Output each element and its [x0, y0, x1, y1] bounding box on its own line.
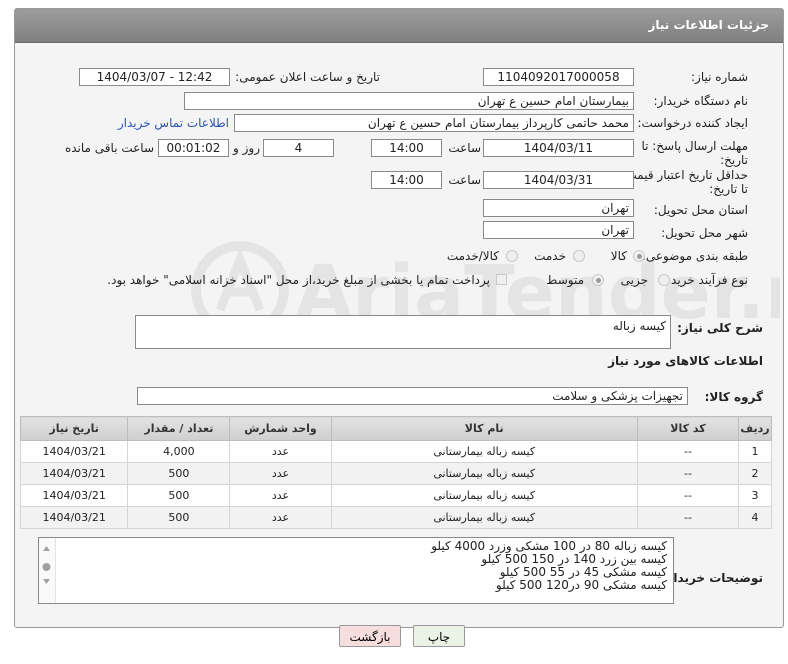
- goods-table: ردیف کد کالا نام کالا واحد شمارش تعداد /…: [19, 416, 772, 529]
- cell-need-date: 1404/03/21: [19, 506, 129, 529]
- notes-line: کیسه مشکی 90 در120 500 کیلو: [495, 578, 667, 592]
- need-number-label: شماره نیاز:: [691, 70, 748, 84]
- buyer-field: بیمارستان امام حسین ع تهران: [184, 92, 634, 110]
- cell-row-number: 4: [738, 506, 772, 529]
- category-option-goods-service: کالا/خدمت: [446, 249, 499, 263]
- cell-quantity: 500: [127, 462, 231, 485]
- price-validity-time-label: ساعت: [448, 173, 481, 187]
- price-validity-time-field: 14:00: [371, 171, 442, 189]
- table-row: 2 -- کیسه زباله بیمارستانی عدد 500 1404/…: [19, 462, 772, 485]
- price-validity-label: حداقل تاریخ اعتبار قیمت: تا تاریخ:: [621, 168, 748, 196]
- back-button[interactable]: بازگشت: [339, 625, 401, 647]
- deadline-label: مهلت ارسال پاسخ: تا تاریخ:: [641, 139, 748, 167]
- category-radio-service[interactable]: [573, 250, 585, 262]
- days-field: 4: [263, 139, 334, 157]
- city-label: شهر محل تحویل:: [661, 226, 748, 240]
- cell-item-code: --: [636, 462, 740, 485]
- remaining-label: ساعت باقی مانده: [64, 141, 154, 155]
- process-label: نوع فرآیند خرید :: [663, 273, 748, 287]
- scroll-down-arrow-icon: [43, 579, 50, 584]
- cell-quantity: 500: [127, 484, 231, 507]
- cell-row-number: 1: [738, 440, 772, 463]
- summary-label: شرح کلی نیاز:: [677, 321, 763, 335]
- cell-item-code: --: [636, 484, 740, 507]
- cell-unit: عدد: [229, 484, 332, 507]
- cell-item-name: کیسه زباله بیمارستانی: [330, 506, 638, 529]
- cell-unit: عدد: [229, 462, 332, 485]
- cell-item-name: کیسه زباله بیمارستانی: [330, 462, 638, 485]
- table-header-row: ردیف کد کالا نام کالا واحد شمارش تعداد /…: [19, 416, 772, 441]
- cell-item-name: کیسه زباله بیمارستانی: [330, 440, 638, 463]
- process-radio-minor[interactable]: [658, 274, 670, 286]
- cell-item-code: --: [636, 440, 740, 463]
- notes-scrollbar[interactable]: [39, 538, 56, 603]
- scroll-up-arrow-icon: [43, 546, 50, 551]
- deadline-time-label: ساعت: [448, 141, 481, 155]
- process-option-minor: جزیی: [620, 273, 648, 287]
- remaining-time-field: 00:01:02: [158, 139, 229, 157]
- table-row: 1 -- کیسه زباله بیمارستانی عدد 4,000 140…: [19, 440, 772, 463]
- cell-row-number: 3: [738, 484, 772, 507]
- page-title: جزئیات اطلاعات نیاز: [648, 18, 769, 32]
- buyer-contact-link[interactable]: اطلاعات تماس خریدار: [118, 116, 229, 130]
- category-label: طبقه بندی موضوعی:: [641, 249, 748, 263]
- col-header-row-number: ردیف: [738, 416, 772, 441]
- treasury-payment-checkbox[interactable]: [496, 274, 507, 285]
- col-header-need-date: تاریخ نیاز: [19, 416, 129, 441]
- province-label: استان محل تحویل:: [653, 203, 748, 217]
- announce-datetime-field: 1404/03/07 - 12:42: [79, 68, 230, 86]
- print-button[interactable]: چاپ: [413, 625, 465, 647]
- scrollbar-graphic: [42, 546, 51, 584]
- category-option-service: خدمت: [534, 249, 566, 263]
- price-validity-date-field: 1404/03/31: [483, 171, 634, 189]
- cell-need-date: 1404/03/21: [19, 462, 129, 485]
- need-number-field: 1104092017000058: [483, 68, 634, 86]
- col-header-item-name: نام کالا: [330, 416, 638, 441]
- buyer-label: نام دستگاه خریدار:: [653, 94, 749, 108]
- cell-need-date: 1404/03/21: [19, 440, 129, 463]
- col-header-unit: واحد شمارش: [229, 416, 332, 441]
- cell-unit: عدد: [229, 506, 332, 529]
- province-field: تهران: [483, 199, 634, 217]
- category-radio-goods-service[interactable]: [506, 250, 518, 262]
- buyer-notes-textarea[interactable]: کیسه زباله 80 در 100 مشکی وزرد 4000 کیلو…: [38, 537, 674, 604]
- city-field: تهران: [483, 221, 634, 239]
- summary-textarea[interactable]: کیسه زباله: [135, 315, 671, 349]
- goods-info-title: اطلاعات کالاهای مورد نیاز: [608, 354, 763, 368]
- goods-group-label: گروه کالا:: [704, 390, 763, 404]
- announce-label: تاریخ و ساعت اعلان عمومی:: [235, 70, 380, 84]
- scroll-thumb: [42, 563, 51, 571]
- creator-label: ایجاد کننده درخواست:: [637, 116, 748, 130]
- category-radio-goods[interactable]: [633, 250, 645, 262]
- process-option-medium: متوسط: [546, 273, 584, 287]
- cell-quantity: 500: [127, 506, 231, 529]
- cell-item-code: --: [636, 506, 740, 529]
- process-radio-medium[interactable]: [592, 274, 604, 286]
- deadline-date-field: 1404/03/11: [483, 139, 634, 157]
- cell-need-date: 1404/03/21: [19, 484, 129, 507]
- days-label: روز و: [233, 141, 260, 155]
- cell-item-name: کیسه زباله بیمارستانی: [330, 484, 638, 507]
- cell-row-number: 2: [738, 462, 772, 485]
- cell-unit: عدد: [229, 440, 332, 463]
- table-row: 4 -- کیسه زباله بیمارستانی عدد 500 1404/…: [19, 506, 772, 529]
- buyer-notes-label: توضیحات خریدار:: [661, 571, 763, 585]
- treasury-payment-note: پرداخت تمام یا بخشی از مبلغ خرید،از محل …: [107, 273, 490, 287]
- cell-quantity: 4,000: [127, 440, 231, 463]
- col-header-quantity: تعداد / مقدار: [127, 416, 231, 441]
- table-row: 3 -- کیسه زباله بیمارستانی عدد 500 1404/…: [19, 484, 772, 507]
- header-bar: جزئیات اطلاعات نیاز: [15, 9, 783, 43]
- deadline-time-field: 14:00: [371, 139, 442, 157]
- category-option-goods: کالا: [610, 249, 627, 263]
- creator-field: محمد حاتمی کارپرداز بیمارستان امام حسین …: [234, 114, 634, 132]
- goods-group-field: تجهیزات پزشکی و سلامت: [137, 387, 688, 405]
- col-header-item-code: کد کالا: [636, 416, 740, 441]
